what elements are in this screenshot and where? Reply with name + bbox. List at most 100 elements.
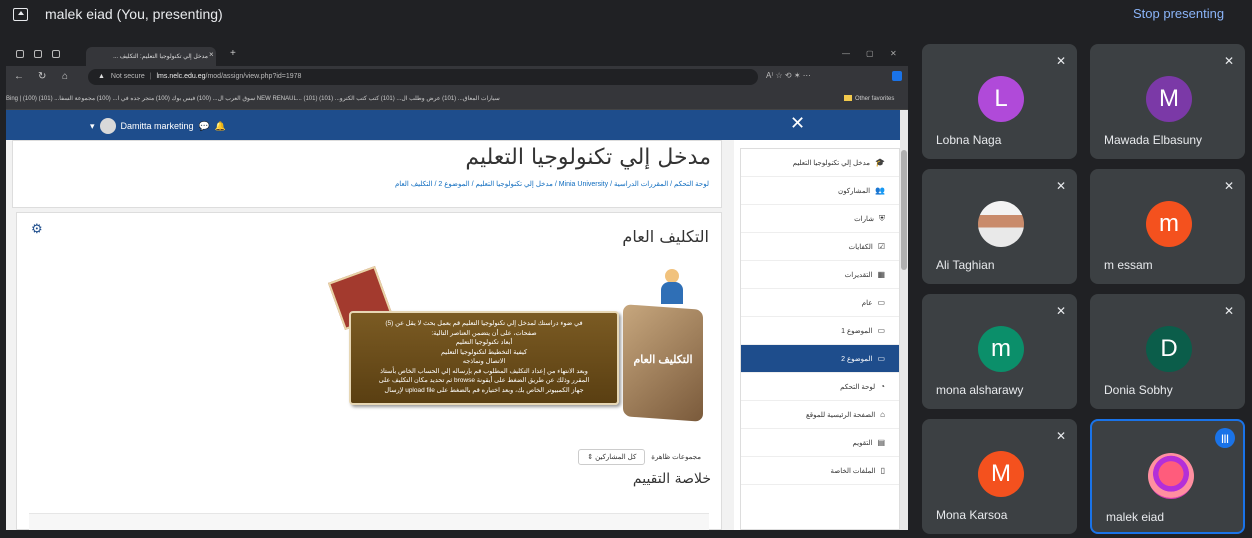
back-icon[interactable]: ← [14, 71, 24, 82]
gear-icon[interactable]: ⚙ [31, 221, 43, 237]
instruction-line: المقرر وذلك عن طريق الضغط على أيقونة bro… [378, 377, 590, 384]
drawer-item-badges[interactable]: ⛨ شارات [741, 205, 899, 233]
participant-name: mona alsharawy [936, 383, 1024, 397]
drawer-item-competencies[interactable]: ☑ الكفايات [741, 233, 899, 261]
drawer-item-topic-2[interactable]: ▭ الموضوع 2 [741, 345, 899, 373]
browser-tab[interactable]: مدخل إلي تكنولوجيا التعليم: التكليف ... [86, 47, 216, 66]
participant-tile[interactable]: ✕ M Mona Karsoa [922, 419, 1077, 534]
drawer-item-general[interactable]: ▭ عام [741, 289, 899, 317]
assignment-card: ⚙ التكليف العام التكليف العام في ضوء درا… [16, 212, 722, 530]
meet-top-bar: malek eiad (You, presenting) Stop presen… [0, 0, 1252, 30]
drawer-label: شارات [854, 215, 874, 223]
participant-tile[interactable]: ✕ L Lobna Naga [922, 44, 1077, 159]
participant-tile[interactable]: ✕ Ali Taghian [922, 169, 1077, 284]
avatar: m [978, 326, 1024, 372]
new-tab-icon[interactable]: + [230, 48, 236, 59]
speaking-icon: ||| [1215, 428, 1235, 448]
user-menu[interactable]: ▾ Damitta marketing 💬 🔔 [90, 118, 226, 134]
participant-name: Mawada Elbasuny [1104, 133, 1203, 147]
drawer-item-calendar[interactable]: ▤ التقويم [741, 429, 899, 457]
avatar: D [1146, 326, 1192, 372]
instruction-line: صفحات، على أن يتضمن العناصر التالية: [431, 329, 537, 337]
instruction-line: جهاز الكمبيوتر الخاص بك، وبعد اختياره قم… [384, 386, 584, 394]
chat-icon[interactable]: 💬 [199, 121, 210, 132]
home-icon[interactable]: ⌂ [62, 71, 68, 82]
drawer-label: مدخل إلي تكنولوجيا التعليم [792, 159, 871, 167]
assignment-banner: التكليف العام في ضوء دراستك لمدخل إلي تك… [327, 263, 717, 423]
address-separator: | [149, 73, 152, 80]
other-favorites-label: Other favorites [855, 96, 895, 102]
graduation-cap-icon: 🎓 [875, 158, 885, 167]
bookmark-items[interactable]: Bing | (100) سوق العرب ال... (100) فيس ب… [6, 95, 806, 102]
minimize-icon[interactable]: — [842, 49, 850, 58]
bookmarks-bar: Bing | (100) سوق العرب ال... (100) فيس ب… [6, 88, 908, 110]
browser-tools[interactable]: A⁾ ☆ ⟲ ✶ ⋯ [766, 71, 811, 80]
drawer-label: الصفحة الرئيسية للموقع [806, 411, 876, 419]
mic-off-icon: ✕ [1055, 54, 1066, 68]
avatar: M [1146, 76, 1192, 122]
scroll-thumb[interactable] [901, 150, 907, 270]
refresh-icon[interactable]: ↻ [38, 71, 46, 82]
extension-icon[interactable] [892, 71, 902, 81]
avatar: m [1146, 201, 1192, 247]
drawer-label: الكفايات [848, 243, 873, 251]
dashboard-icon: ◔ [880, 382, 885, 391]
home-icon: ⌂ [880, 410, 885, 419]
participant-tile[interactable]: ✕ M Mawada Elbasuny [1090, 44, 1245, 159]
tab-actions-icon[interactable] [52, 50, 60, 58]
participant-tile[interactable]: ✕ m m essam [1090, 169, 1245, 284]
filter-label: مجموعات ظاهرة [651, 454, 701, 461]
participant-name: Lobna Naga [936, 133, 1002, 147]
drawer-item-private-files[interactable]: ▯ الملفات الخاصة [741, 457, 899, 485]
url-host: lms.nelc.edu.eg [156, 73, 206, 80]
warning-icon: ▲ [98, 73, 105, 80]
avatar-logo [1148, 453, 1194, 499]
course-header: مدخل إلي تكنولوجيا التعليم لوحة التحكم /… [12, 140, 722, 208]
group-select[interactable]: كل المشاركين ⇕ [578, 449, 646, 465]
scrollbar[interactable] [900, 110, 908, 530]
maximize-icon[interactable]: ▢ [866, 49, 874, 58]
calendar-icon: ▤ [877, 438, 885, 447]
mic-off-icon: ✕ [1223, 304, 1234, 318]
drawer-item-grades[interactable]: ▦ التقديرات [741, 261, 899, 289]
close-drawer-icon[interactable]: ✕ [790, 113, 805, 134]
participant-tile[interactable]: ✕ D Donia Sobhy [1090, 294, 1245, 409]
other-favorites[interactable]: Other favorites [844, 95, 894, 102]
group-select-value: كل المشاركين [595, 454, 637, 461]
workspaces-icon[interactable] [34, 50, 42, 58]
url-path: /mod/assign/view.php?id=1978 [205, 73, 302, 80]
course-drawer: 🎓 مدخل إلي تكنولوجيا التعليم 👥 المشاركون ⛨… [740, 148, 900, 530]
folder-icon: ▭ [877, 298, 885, 307]
participant-name: Mona Karsoa [936, 508, 1008, 522]
group-filter: مجموعات ظاهرة كل المشاركين ⇕ [578, 449, 701, 465]
bell-icon[interactable]: 🔔 [215, 121, 226, 132]
drawer-item-course[interactable]: 🎓 مدخل إلي تكنولوجيا التعليم [741, 149, 899, 177]
participant-name: m essam [1104, 258, 1153, 272]
participant-name: Donia Sobhy [1104, 383, 1173, 397]
drawer-item-home[interactable]: ⌂ الصفحة الرئيسية للموقع [741, 401, 899, 429]
drawer-item-dashboard[interactable]: ◔ لوحة التحكم [741, 373, 899, 401]
table-icon: ▦ [877, 270, 885, 279]
participant-tile[interactable]: ✕ m mona alsharawy [922, 294, 1077, 409]
present-screen-icon [13, 8, 28, 21]
profile-icon[interactable] [16, 50, 24, 58]
drawer-item-participants[interactable]: 👥 المشاركون [741, 177, 899, 205]
participant-tile-self[interactable]: ||| malek eiad [1090, 419, 1245, 534]
drawer-label: الملفات الخاصة [830, 467, 876, 475]
shared-screen: مدخل إلي تكنولوجيا التعليم: التكليف ... … [6, 44, 908, 530]
window-close-icon[interactable]: ✕ [890, 49, 897, 58]
course-title: مدخل إلي تكنولوجيا التعليم [465, 145, 711, 170]
mic-off-icon: ✕ [1055, 304, 1066, 318]
assignment-instructions: في ضوء دراستك لمدخل إلي تكنولوجيا التعلي… [349, 311, 619, 405]
drawer-label: لوحة التحكم [840, 383, 876, 391]
mic-off-icon: ✕ [1055, 179, 1066, 193]
stop-presenting-button[interactable]: Stop presenting [1133, 6, 1224, 21]
drawer-item-topic-1[interactable]: ▭ الموضوع 1 [741, 317, 899, 345]
instruction-line: في ضوء دراستك لمدخل إلي تكنولوجيا التعلي… [385, 320, 583, 327]
breadcrumb[interactable]: لوحة التحكم / المقررات الدراسية / Minia … [395, 180, 709, 188]
address-bar[interactable]: ▲ Not secure | lms.nelc.edu.eg/mod/assig… [88, 69, 758, 85]
users-icon: 👥 [875, 186, 885, 195]
drawer-label: الموضوع 1 [841, 327, 873, 335]
caret-down-icon: ▾ [90, 120, 95, 131]
tab-close-icon[interactable]: × [209, 50, 214, 59]
